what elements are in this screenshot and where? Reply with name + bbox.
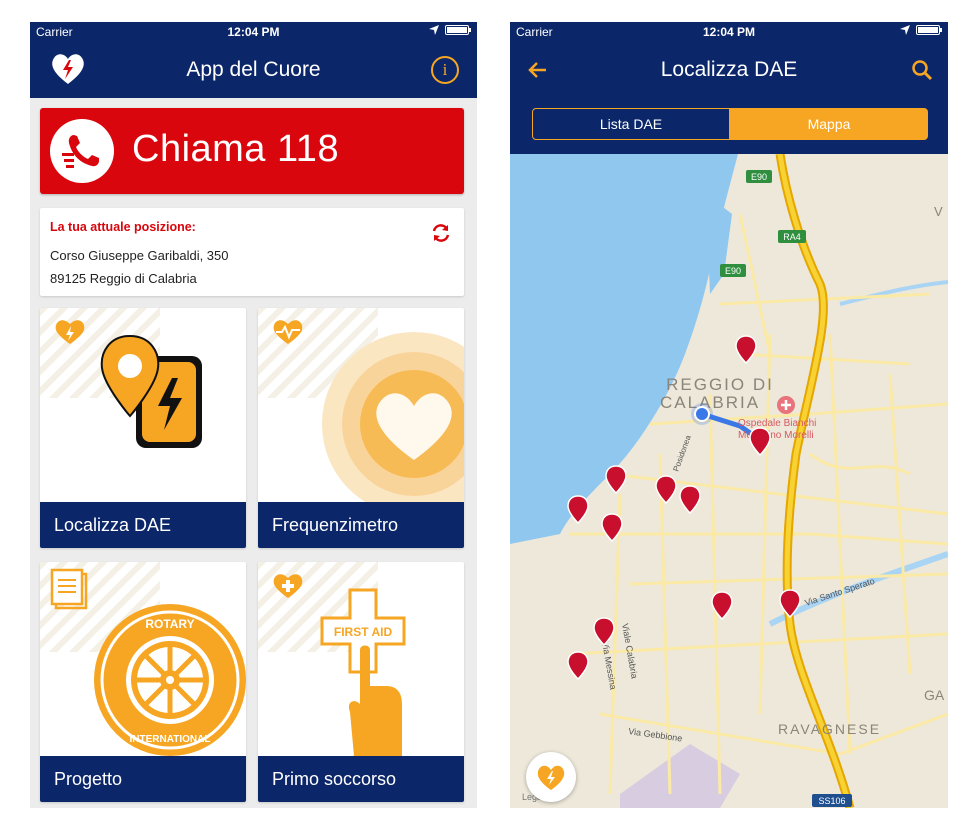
position-address-city: 89125 Reggio di Calabria (50, 271, 197, 286)
map-edge-label-v: V (934, 204, 943, 219)
segment-lista-dae[interactable]: Lista DAE (532, 108, 730, 140)
page-title: App del Cuore (186, 58, 321, 81)
battery-icon (445, 25, 471, 35)
road-label-e90-top: E90 (751, 172, 767, 182)
dae-map-screen: Carrier 12:04 PM Localizza DAE Lista DAE… (510, 22, 948, 808)
tile-label: Primo soccorso (258, 756, 464, 802)
rotary-text-bottom: INTERNATIONAL (130, 734, 211, 745)
road-label-e90-mid: E90 (725, 266, 741, 276)
map-city-label: REGGIO DI (666, 375, 774, 394)
heart-locate-button[interactable] (526, 752, 576, 802)
first-aid-illustration: FIRST AID (273, 574, 406, 756)
tile-primo-soccorso[interactable]: FIRST AID Primo soccorso (258, 562, 464, 802)
status-bar: Carrier 12:04 PM (30, 22, 477, 42)
refresh-icon[interactable] (430, 222, 452, 244)
position-heading: La tua attuale posizione: (50, 220, 196, 234)
road-label-ra4: RA4 (783, 232, 801, 242)
heart-bolt-icon (537, 765, 565, 790)
heart-rate-illustration (273, 320, 464, 502)
location-arrow-icon (429, 25, 439, 35)
tile-label: Frequenzimetro (258, 502, 464, 548)
call-118-button[interactable]: Chiama 118 (40, 108, 464, 194)
hospital-label-1: Ospedale Bianchi (738, 418, 816, 429)
call-button-label: Chiama 118 (132, 128, 340, 170)
position-address-street: Corso Giuseppe Garibaldi, 350 (50, 248, 229, 263)
map-view[interactable]: E90 RA4 E90 SS106 REGGIO DI CALABRIA Osp… (510, 154, 948, 808)
rotary-illustration: ROTARY INTERNATIONAL (50, 568, 246, 756)
info-button[interactable]: i (431, 56, 459, 84)
dae-illustration (55, 320, 202, 448)
search-icon[interactable] (910, 58, 934, 82)
page-title: Localizza DAE (660, 58, 798, 81)
tile-label: Progetto (40, 756, 246, 802)
rotary-text-top: ROTARY (145, 617, 194, 631)
tile-label: Localizza DAE (40, 502, 246, 548)
map-edge-label-ga: GA (924, 687, 945, 703)
location-arrow-icon (900, 25, 910, 35)
status-bar: Carrier 12:04 PM (510, 22, 948, 42)
tile-progetto[interactable]: ROTARY INTERNATIONAL Progetto (40, 562, 246, 802)
road-label-ss106: SS106 (818, 796, 845, 806)
phone-icon (50, 119, 114, 183)
view-segmented-control: Lista DAE Mappa (510, 98, 948, 154)
current-position-card: La tua attuale posizione: Corso Giuseppe… (40, 208, 464, 296)
home-screen: Carrier 12:04 PM App del Cuore i Chiama … (30, 22, 477, 808)
clock: 12:04 PM (227, 25, 280, 39)
nav-bar: App del Cuore i (30, 42, 477, 98)
tile-localizza-dae[interactable]: Localizza DAE (40, 308, 246, 548)
area-label-ravagnese: RAVAGNESE (778, 721, 881, 737)
clock: 12:04 PM (702, 25, 756, 39)
nav-bar: Localizza DAE (510, 42, 948, 98)
battery-icon (916, 25, 942, 35)
tile-frequenzimetro[interactable]: Frequenzimetro (258, 308, 464, 548)
first-aid-sign-text: FIRST AID (334, 625, 393, 639)
hospital-label-2: Melacrino Morelli (738, 430, 814, 441)
segment-mappa[interactable]: Mappa (730, 108, 928, 140)
